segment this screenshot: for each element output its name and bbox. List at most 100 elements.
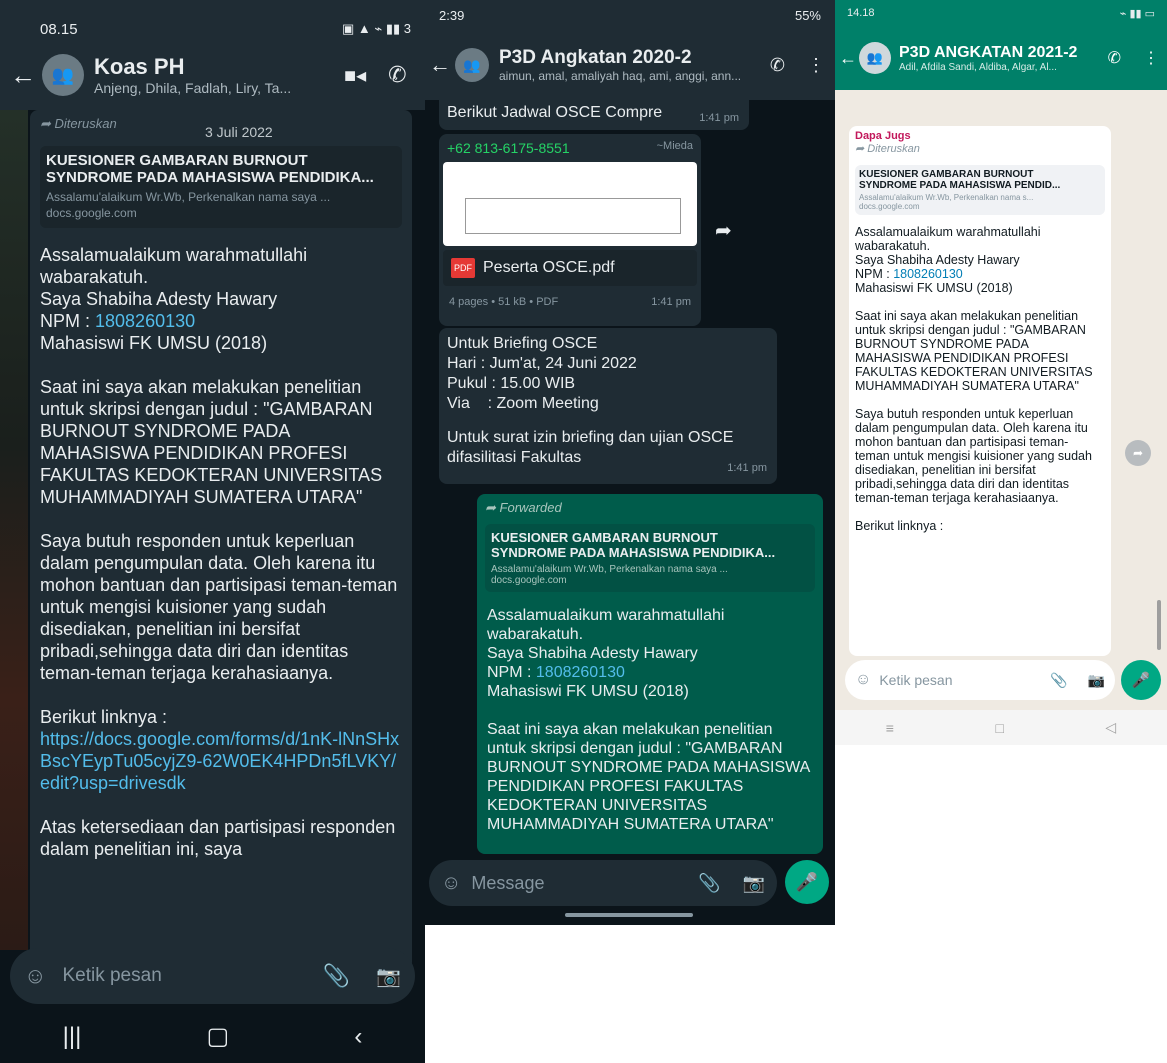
chat-subtitle: Anjeng, Dhila, Fadlah, Liry, Ta... xyxy=(94,80,292,96)
forward-arrow-icon: ➦ xyxy=(40,116,51,131)
message-input-placeholder[interactable]: Ketik pesan xyxy=(879,672,1050,688)
back-arrow-icon[interactable]: ← xyxy=(429,52,451,78)
sender-row: +62 813-6175-8551 ~Mieda xyxy=(443,138,697,158)
forward-arrow-icon: ➦ xyxy=(485,500,496,515)
sender-name: ~Mieda xyxy=(656,140,693,152)
share-forward-icon[interactable]: ➦ xyxy=(715,218,732,243)
pdf-file-row[interactable]: PDF Peserta OSCE.pdf xyxy=(443,250,697,286)
message-input-placeholder[interactable]: Ketik pesan xyxy=(62,965,322,987)
attach-icon[interactable]: 📎 xyxy=(1050,672,1067,689)
menu-icon[interactable]: ≡ xyxy=(886,720,894,736)
message-input-bar[interactable]: ☺ Ketik pesan 📎 📷 xyxy=(845,660,1115,700)
group-avatar[interactable]: 👥 xyxy=(455,48,489,82)
chat-title-area[interactable]: Koas PH Anjeng, Dhila, Fadlah, Liry, Ta.… xyxy=(94,54,324,96)
attach-icon[interactable]: 📎 xyxy=(323,963,350,989)
message-input-placeholder[interactable]: Message xyxy=(471,873,698,894)
more-options-icon[interactable]: ⋮ xyxy=(1143,48,1159,68)
attach-icon[interactable]: 📎 xyxy=(698,873,720,894)
mic-icon: 🎤 xyxy=(795,871,819,892)
chat-header: ← 👥 P3D Angkatan 2020-2 aimun, amal, ama… xyxy=(425,30,835,100)
more-options-icon[interactable]: ⋮ xyxy=(807,55,825,76)
group-icon: 👥 xyxy=(866,50,884,65)
msg-paragraph-3: Atas ketersediaan dan partisipasi respon… xyxy=(40,817,396,859)
chat-header: ← 👥 Koas PH Anjeng, Dhila, Fadlah, Liry,… xyxy=(0,40,425,110)
voice-call-icon[interactable]: ✆ xyxy=(388,62,406,88)
back-arrow-icon[interactable]: ← xyxy=(839,48,857,69)
npm-number-link[interactable]: 1808260130 xyxy=(893,267,963,281)
home-icon[interactable]: ▢ xyxy=(207,1022,230,1051)
npm-number-link[interactable]: 1808260130 xyxy=(536,664,625,681)
mic-button[interactable]: 🎤 xyxy=(1121,660,1161,700)
status-icons: ▣ ▲ ⌁ ▮▮ 3 xyxy=(342,21,411,36)
group-avatar[interactable]: 👥 xyxy=(859,42,891,74)
status-time: 08.15 xyxy=(40,20,78,38)
recent-apps-icon[interactable]: ||| xyxy=(63,1023,82,1051)
message-jadwal[interactable]: Berikut Jadwal OSCE Compre 1:41 pm xyxy=(439,100,749,130)
add-call-icon[interactable]: ✆ xyxy=(770,55,785,76)
chat-subtitle: aimun, amal, amaliyah haq, ami, anggi, a… xyxy=(499,69,742,83)
status-bar: 2:39 55% xyxy=(425,0,835,30)
chat-title: Koas PH xyxy=(94,54,185,79)
pdf-info-row: 4 pages • 51 kB • PDF 1:41 pm xyxy=(449,296,691,308)
chat-subtitle: Adil, Afdila Sandi, Aldiba, Algar, Al... xyxy=(899,61,1057,73)
back-icon[interactable]: ‹ xyxy=(354,1023,362,1051)
camera-icon[interactable]: 📷 xyxy=(743,873,765,894)
link-preview-card[interactable]: KUESIONER GAMBARAN BURNOUT SYNDROME PADA… xyxy=(485,524,815,592)
preview-title-line2: SYNDROME PADA MAHASISWA PENDIDIKA... xyxy=(46,169,374,186)
incoming-message-bubble[interactable]: Dapa Jugs ➦ Diteruskan KUESIONER GAMBARA… xyxy=(849,126,1111,656)
chat-title: P3D ANGKATAN 2021-2 xyxy=(899,43,1078,61)
forward-arrow-icon: ➦ xyxy=(855,143,865,155)
message-body: Assalamualaikum warahmatullahi wabarakat… xyxy=(40,244,402,860)
msg-greeting: Assalamualaikum warahmatullahi wabarakat… xyxy=(40,245,308,287)
status-time: 2:39 xyxy=(439,7,465,23)
status-icons: ⌁ ▮▮ ▭ xyxy=(1119,7,1155,20)
preview-title-line1: KUESIONER GAMBARAN BURNOUT xyxy=(46,152,308,169)
video-call-icon[interactable]: ■◂ xyxy=(344,63,366,88)
message-briefing[interactable]: Untuk Briefing OSCE Hari : Jum'at, 24 Ju… xyxy=(439,328,777,484)
sender-phone[interactable]: +62 813-6175-8551 xyxy=(447,140,570,156)
message-pdf[interactable]: +62 813-6175-8551 ~Mieda PDF Peserta OSC… xyxy=(439,134,701,326)
msg-mahasiswa: Mahasiswi FK UMSU (2018) xyxy=(40,333,268,353)
android-nav-bar: ||| ▢ ‹ xyxy=(0,1010,425,1063)
emoji-icon[interactable]: ☺ xyxy=(855,671,871,689)
scrollbar[interactable] xyxy=(1157,600,1161,650)
message-input-bar[interactable]: ☺ Ketik pesan 📎 📷 xyxy=(10,948,415,1004)
mic-button[interactable]: 🎤 xyxy=(785,860,829,904)
share-forward-button[interactable]: ➦ xyxy=(1125,440,1151,466)
msg-npm: NPM : 1808260130 xyxy=(40,311,196,331)
link-preview-card[interactable]: KUESIONER GAMBARAN BURNOUT SYNDROME PADA… xyxy=(40,146,402,228)
emoji-icon[interactable]: ☺ xyxy=(441,872,461,895)
chat-header: ← 👥 P3D ANGKATAN 2021-2 Adil, Afdila San… xyxy=(835,26,1167,90)
chat-title-area[interactable]: P3D Angkatan 2020-2 aimun, amal, amaliya… xyxy=(499,47,756,83)
camera-icon[interactable]: 📷 xyxy=(1088,672,1105,689)
status-bar: 14.18 ⌁ ▮▮ ▭ xyxy=(835,0,1167,26)
link-preview-card[interactable]: KUESIONER GAMBARAN BURNOUT SYNDROME PADA… xyxy=(855,165,1105,215)
home-icon[interactable]: □ xyxy=(995,720,1003,736)
back-arrow-icon[interactable]: ← xyxy=(10,60,36,91)
group-icon: 👥 xyxy=(463,56,481,73)
incoming-message-bubble[interactable]: ➦ Diteruskan KUESIONER GAMBARAN BURNOUT … xyxy=(30,110,412,970)
gesture-bar xyxy=(565,913,693,917)
sender-name[interactable]: Dapa Jugs xyxy=(855,130,1105,142)
msg-paragraph-2: Saya butuh responden untuk keperluan dal… xyxy=(40,531,398,683)
chat-title: P3D Angkatan 2020-2 xyxy=(499,47,692,68)
phone-1-koas-ph: 08.15 ▣ ▲ ⌁ ▮▮ 3 ← 👥 Koas PH Anjeng, Dhi… xyxy=(0,0,425,1063)
msg-link-label: Berikut linknya : xyxy=(40,707,168,727)
date-chip: 3 Juli 2022 xyxy=(205,124,273,140)
chat-title-area[interactable]: P3D ANGKATAN 2021-2 Adil, Afdila Sandi, … xyxy=(899,44,1094,73)
back-icon[interactable]: ◁ xyxy=(1105,719,1116,736)
add-call-icon[interactable]: ✆ xyxy=(1108,48,1121,68)
pdf-thumbnail[interactable] xyxy=(443,162,697,246)
mic-icon: 🎤 xyxy=(1131,672,1151,689)
status-battery: 55% xyxy=(794,7,821,23)
message-input-bar[interactable]: ☺ Message 📎 📷 xyxy=(429,860,777,906)
status-time: 14.18 xyxy=(847,7,875,19)
phone-3-p3d-2021: 14.18 ⌁ ▮▮ ▭ ← 👥 P3D ANGKATAN 2021-2 Adi… xyxy=(835,0,1167,745)
outgoing-forwarded-message[interactable]: ➦ Forwarded KUESIONER GAMBARAN BURNOUT S… xyxy=(477,494,823,854)
forwarded-label: ➦ Forwarded xyxy=(485,500,562,515)
emoji-icon[interactable]: ☺ xyxy=(24,963,46,989)
camera-icon[interactable]: 📷 xyxy=(376,964,401,989)
msg-form-link[interactable]: https://docs.google.com/forms/d/1nK-lNnS… xyxy=(40,728,402,794)
npm-number-link[interactable]: 1808260130 xyxy=(95,311,195,331)
group-avatar[interactable]: 👥 xyxy=(42,54,84,96)
